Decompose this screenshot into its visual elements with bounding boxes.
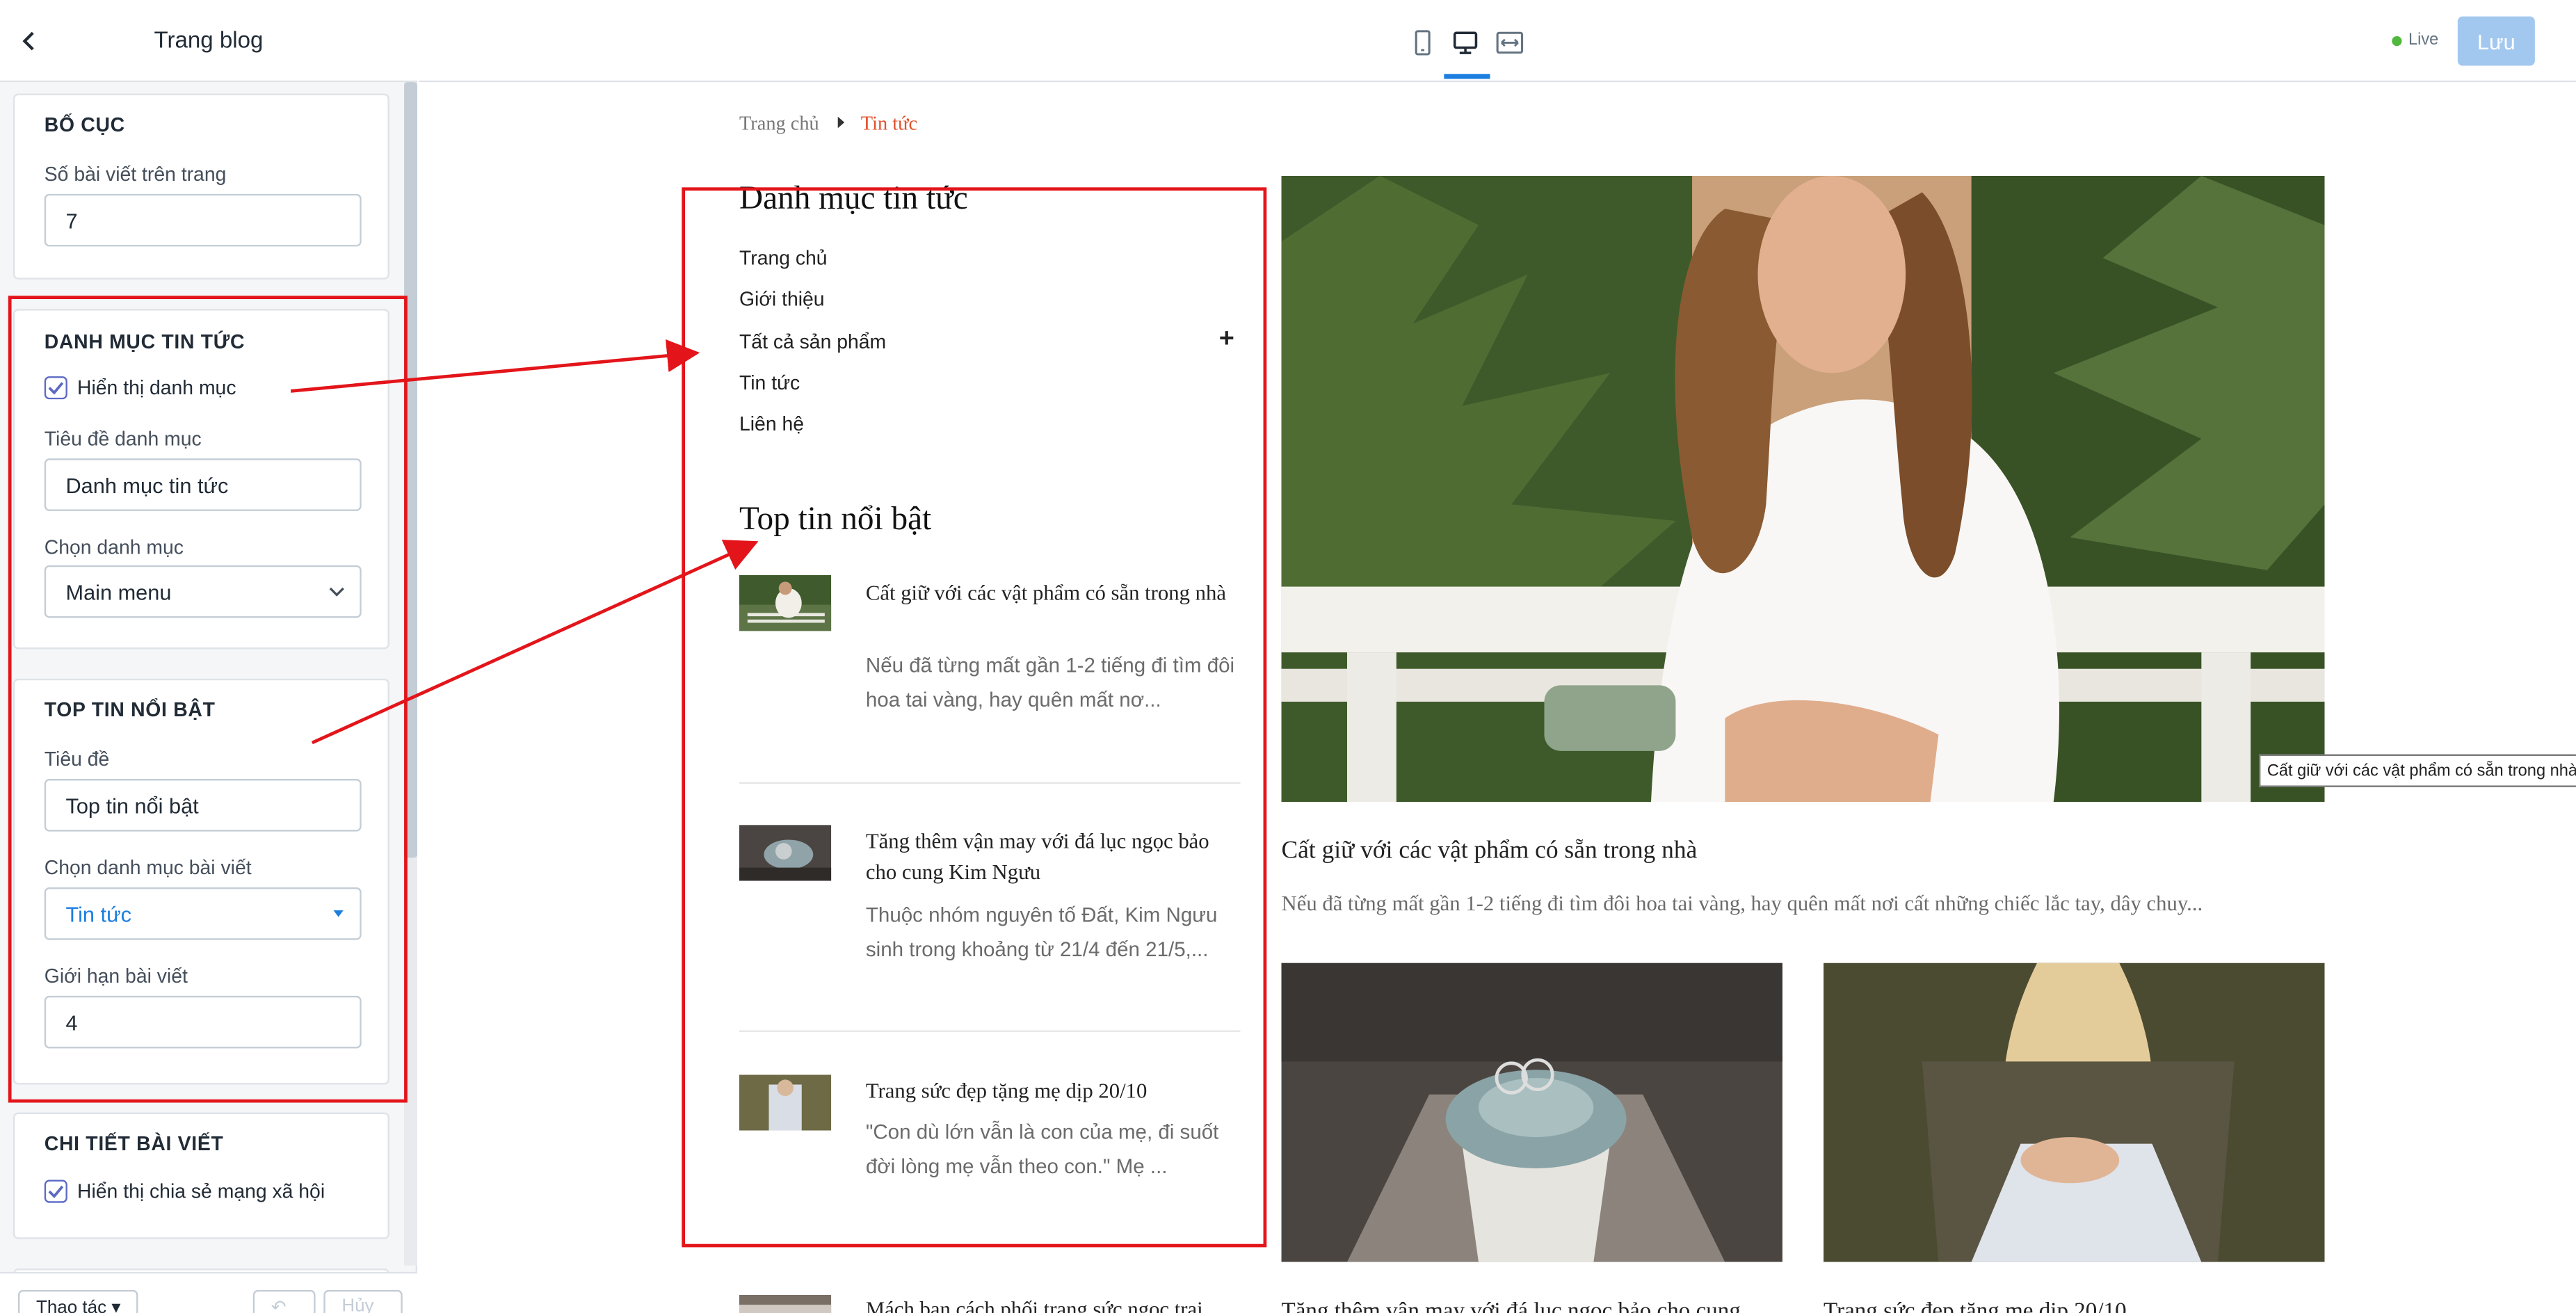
annotation-arrows [290, 339, 759, 745]
annotation-arrow [311, 540, 759, 745]
annotation-arrow [290, 339, 700, 393]
